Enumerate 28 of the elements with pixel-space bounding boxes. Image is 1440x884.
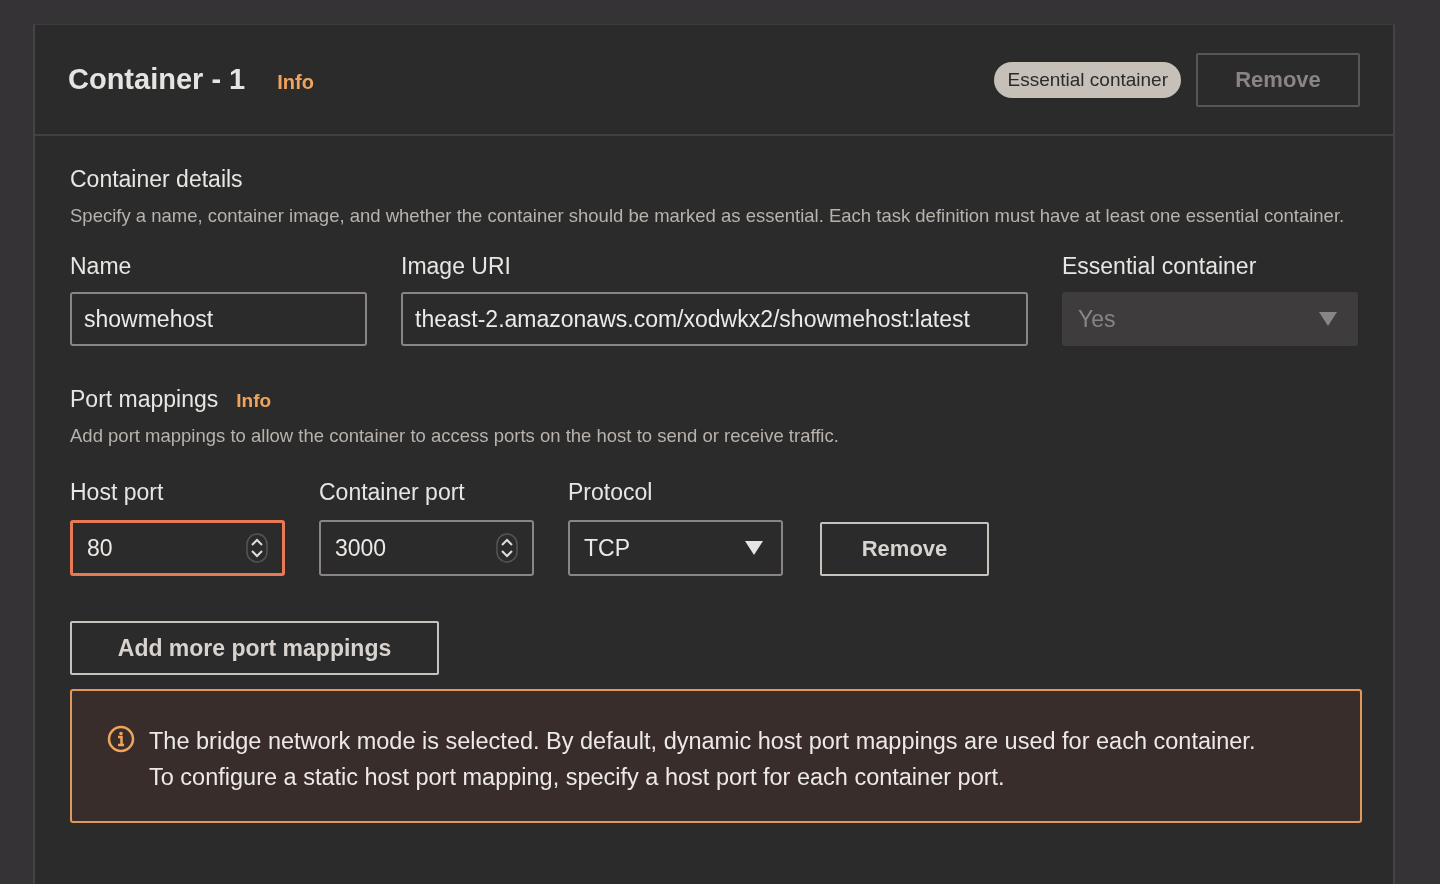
spinner-icon — [496, 533, 518, 563]
section-heading: Port mappings — [70, 386, 219, 413]
field-label: Image URI — [401, 253, 512, 280]
add-port-mapping-button[interactable]: Add more port mappings — [70, 621, 439, 675]
alert-text: To configure a static host port mapping, specify a host port for each container port. — [149, 763, 1006, 792]
text-field[interactable]: theast-2.amazonaws.com/xodwkx2/showmehost:latest — [401, 292, 1028, 346]
number-field[interactable]: 3000 — [319, 520, 534, 576]
info-link[interactable]: Info — [277, 71, 314, 94]
container-title: Container - 1 — [68, 63, 246, 96]
spinner-icon — [246, 533, 268, 563]
field-label: Container port — [319, 479, 466, 506]
section-description: Specify a name, container image, and whether the container should be marked as essential. Each task definition must have at least one essential container. — [70, 204, 1346, 228]
field-label: Name — [70, 253, 133, 280]
field-label: Protocol — [568, 479, 654, 506]
number-field[interactable]: 80 — [70, 520, 285, 576]
info-icon — [107, 725, 135, 753]
section-description: Add port mappings to allow the container to access ports on the host to send or receive traffic. — [70, 424, 840, 448]
select-field[interactable]: TCP — [568, 520, 783, 576]
field-label: Host port — [70, 479, 165, 506]
field-label: Essential container — [1061, 253, 1258, 280]
remove-button[interactable]: Remove — [820, 522, 989, 576]
essential-container-badge: Essential container — [994, 61, 1181, 98]
alert-text: The bridge network mode is selected. By default, dynamic host port mappings are used for each container. — [149, 727, 1256, 756]
section-heading: Container details — [70, 166, 244, 193]
caret-icon — [745, 541, 763, 555]
info-link[interactable]: Info — [236, 390, 272, 412]
caret-icon — [1319, 312, 1337, 326]
text-field[interactable]: showmehost — [70, 292, 368, 346]
